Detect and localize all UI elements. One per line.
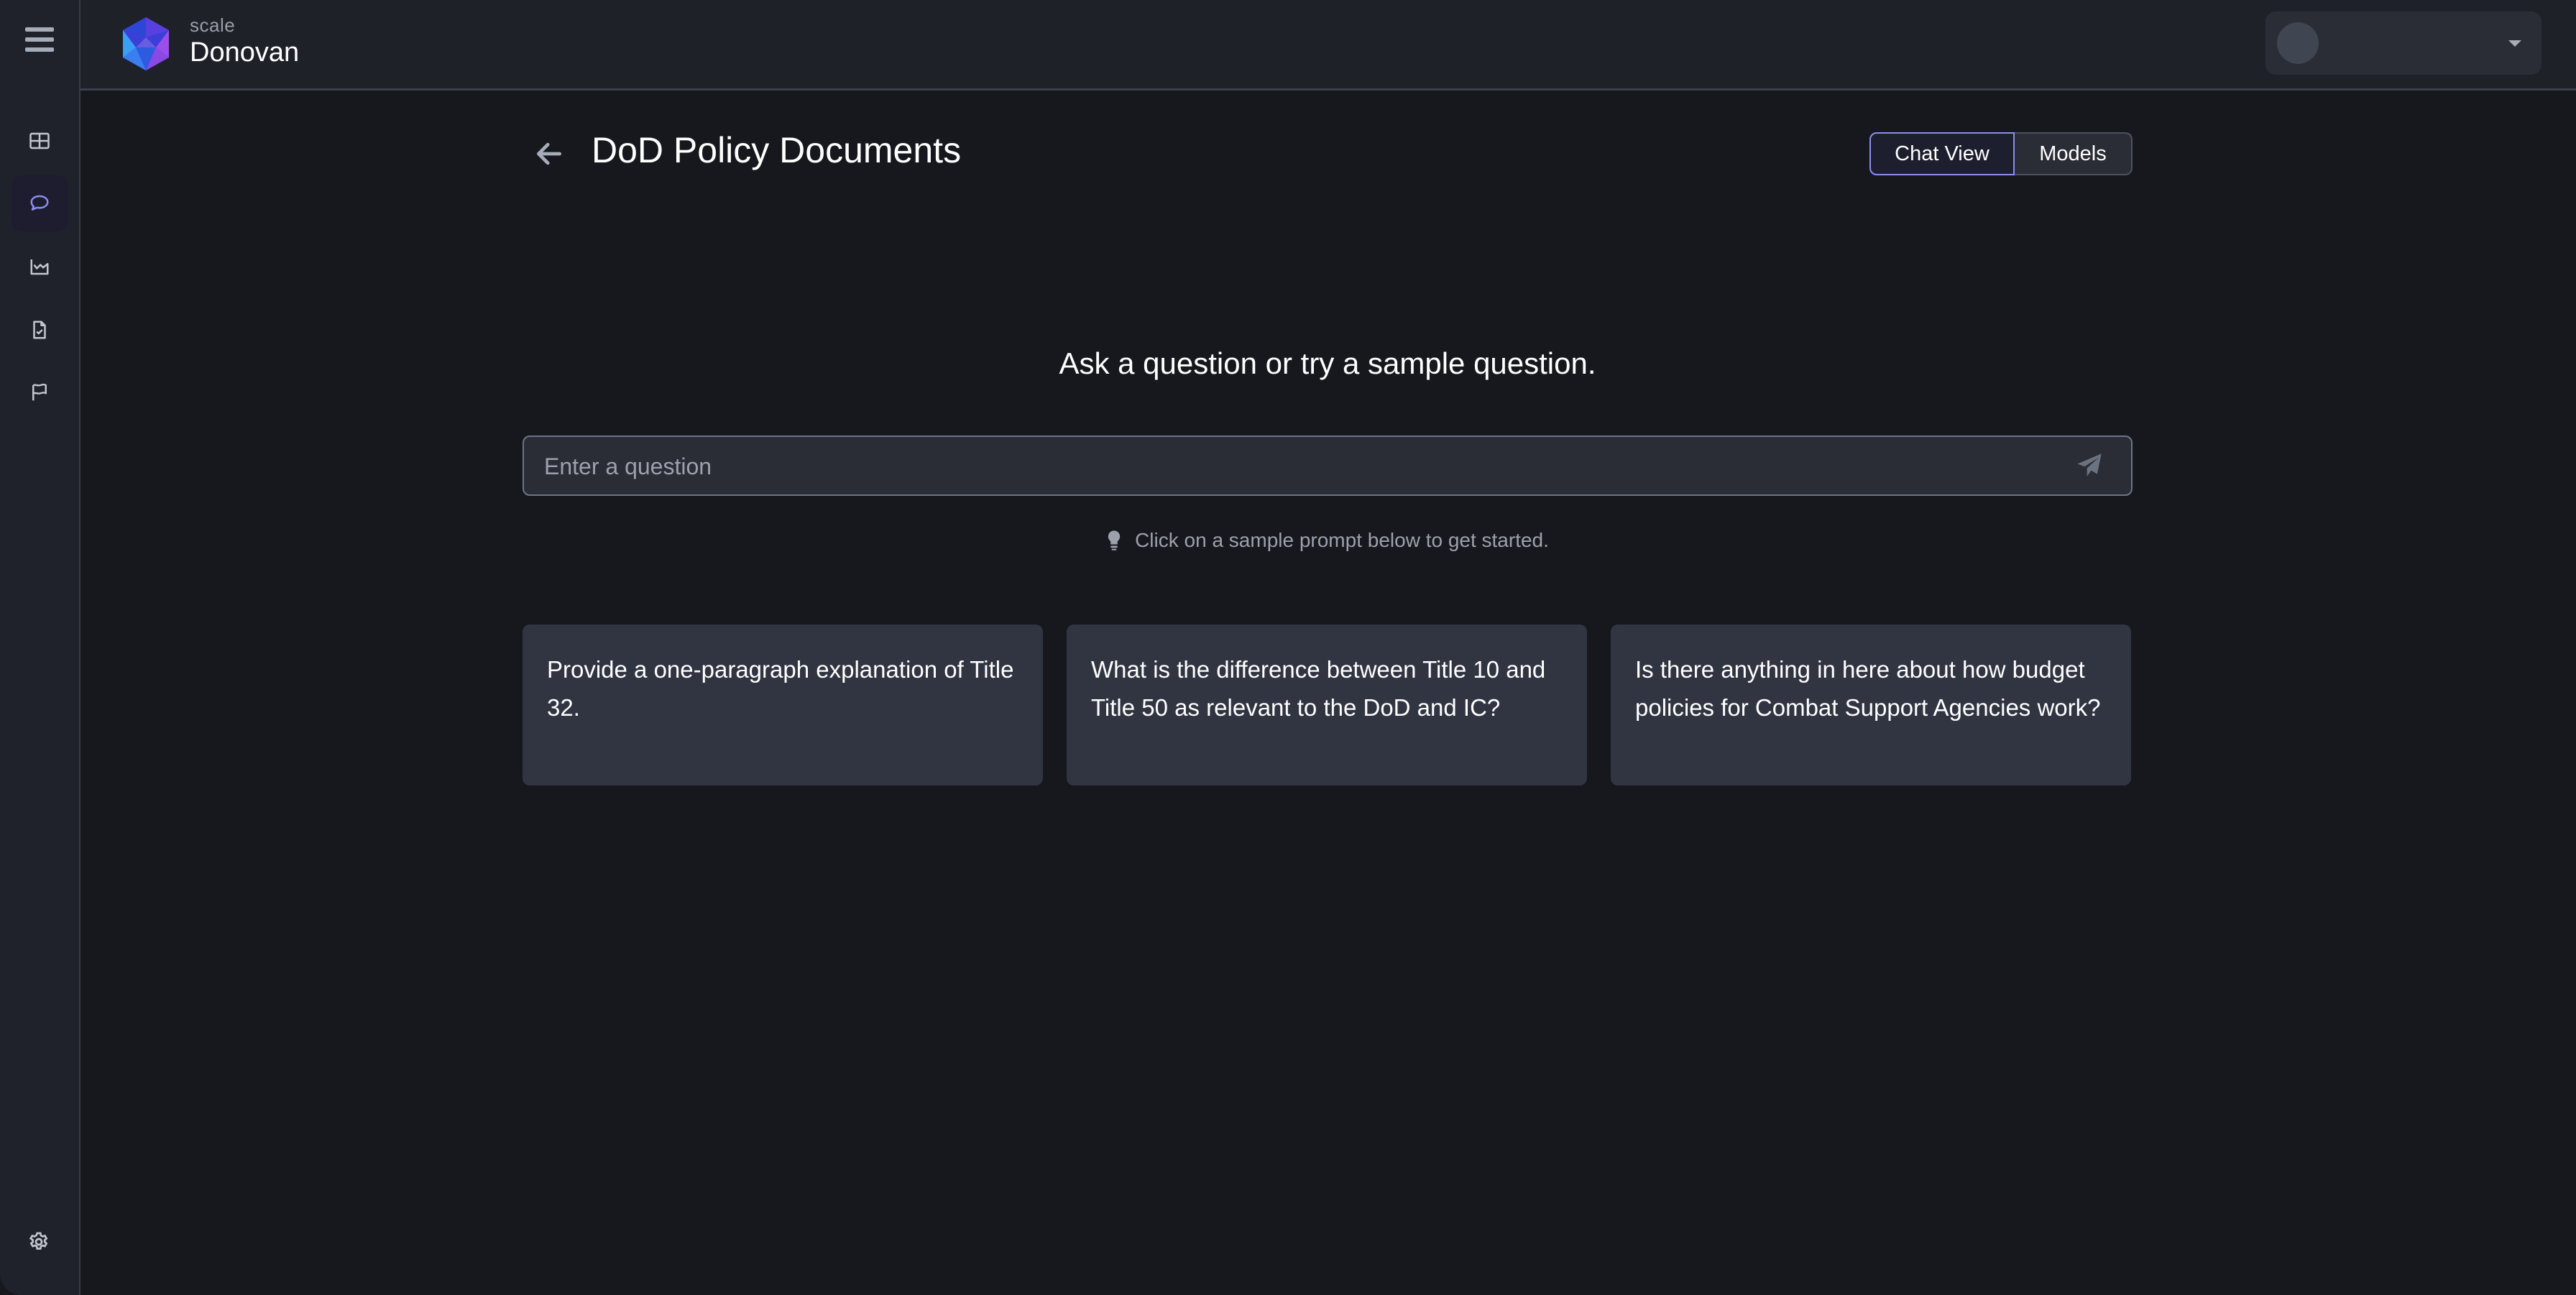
sample-prompt-text: Provide a one-paragraph explanation of T… bbox=[547, 656, 1014, 721]
user-menu-dropdown[interactable] bbox=[2266, 11, 2542, 75]
sidebar-item-chat[interactable] bbox=[12, 175, 68, 231]
donovan-logo-icon bbox=[123, 17, 169, 70]
sidebar-item-documents[interactable] bbox=[12, 302, 68, 358]
sample-prompt-card[interactable]: Is there anything in here about how budg… bbox=[1611, 625, 2131, 785]
settings-button[interactable] bbox=[27, 1230, 50, 1253]
tab-chat-view[interactable]: Chat View bbox=[1869, 132, 2015, 175]
caret-down-icon bbox=[2508, 40, 2521, 47]
tab-models[interactable]: Models bbox=[2015, 132, 2133, 175]
app-name: Donovan bbox=[190, 37, 300, 68]
sample-prompt-card[interactable]: Provide a one-paragraph explanation of T… bbox=[523, 625, 1043, 785]
prompt-heading: Ask a question or try a sample question. bbox=[1059, 346, 1596, 380]
sidebar-item-reports[interactable] bbox=[12, 364, 68, 420]
file-check-icon bbox=[33, 321, 46, 339]
lightbulb-icon bbox=[1108, 530, 1121, 550]
chat-bubble-icon bbox=[30, 195, 49, 211]
table-grid-icon bbox=[29, 132, 50, 149]
area-chart-icon bbox=[30, 259, 49, 275]
top-header: scale Donovan bbox=[80, 0, 2576, 91]
brand-company: scale bbox=[190, 14, 236, 36]
sample-prompt-card[interactable]: What is the difference between Title 10 … bbox=[1067, 625, 1587, 785]
question-box bbox=[523, 435, 2133, 496]
hint: Click on a sample prompt below to get st… bbox=[523, 529, 2133, 552]
send-icon[interactable] bbox=[2074, 451, 2105, 480]
sample-prompts: Provide a one-paragraph explanation of T… bbox=[523, 625, 2133, 785]
back-arrow-icon[interactable] bbox=[533, 138, 565, 170]
sidebar-item-analytics[interactable] bbox=[12, 239, 68, 295]
sample-prompt-text: Is there anything in here about how budg… bbox=[1635, 656, 2101, 721]
sidebar-item-dashboard[interactable] bbox=[12, 113, 68, 169]
gear-icon bbox=[29, 1232, 48, 1250]
page-title: DoD Policy Documents bbox=[592, 130, 962, 170]
sample-prompt-text: What is the difference between Title 10 … bbox=[1091, 656, 1546, 721]
question-input[interactable] bbox=[543, 437, 2055, 496]
hamburger-menu-button[interactable] bbox=[25, 27, 54, 52]
hint-text: Click on a sample prompt below to get st… bbox=[1135, 529, 1549, 551]
flag-icon bbox=[32, 383, 47, 401]
avatar bbox=[2277, 22, 2319, 64]
hamburger-menu-icon bbox=[25, 27, 54, 32]
view-toggle: Chat View Models bbox=[1869, 132, 2133, 175]
sidebar bbox=[0, 0, 80, 1295]
